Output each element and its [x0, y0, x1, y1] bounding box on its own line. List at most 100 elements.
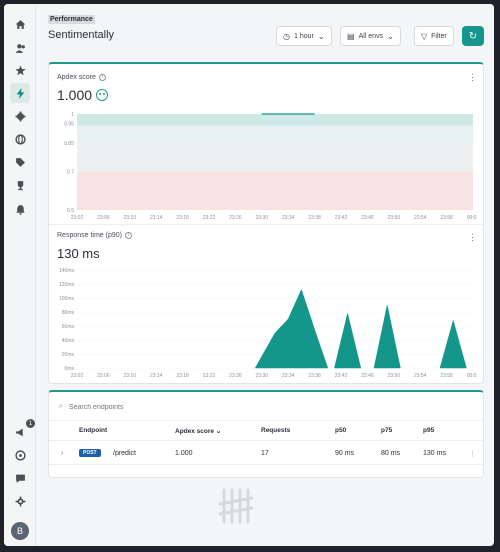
column-p75[interactable]: p75: [381, 427, 392, 434]
info-icon[interactable]: i: [124, 232, 132, 239]
page-header: Performance Sentimentally ◷ 1 hour ⌄ ▤ A…: [36, 4, 494, 56]
x-tick-label: 23:22: [203, 373, 216, 379]
x-tick-label: 00:02: [467, 373, 477, 379]
y-tick-label: 100ms: [59, 296, 75, 302]
refresh-button[interactable]: ↻: [462, 26, 484, 46]
home-icon[interactable]: [10, 14, 30, 34]
x-tick-label: 23:50: [388, 215, 401, 221]
response-time-title-label: Response time (p90): [57, 232, 122, 239]
column-apdex[interactable]: Apdex score ⌄: [175, 427, 221, 435]
filter-button[interactable]: ▽ Filter: [414, 26, 454, 46]
breadcrumb[interactable]: Performance: [48, 15, 95, 24]
y-tick-label: 0.5: [67, 208, 74, 214]
apdex-menu-icon[interactable]: ⋮: [468, 72, 477, 83]
time-range-dropdown[interactable]: ◷ 1 hour ⌄: [276, 26, 332, 46]
globe-icon[interactable]: [10, 129, 30, 149]
column-p95[interactable]: p95: [423, 427, 434, 434]
endpoint-p50: 90 ms: [335, 450, 355, 457]
x-tick-label: 23:18: [176, 373, 189, 379]
response-time-menu-icon[interactable]: ⋮: [468, 232, 477, 243]
info-icon[interactable]: i: [98, 74, 106, 81]
x-tick-label: 23:14: [150, 373, 163, 379]
x-tick-label: 23:46: [361, 215, 374, 221]
response-time-value: 130 ms: [57, 246, 100, 261]
y-tick-label: 0ms: [65, 366, 75, 372]
column-p50[interactable]: p50: [335, 427, 346, 434]
users-icon[interactable]: [10, 38, 30, 58]
y-tick-label: 80ms: [62, 310, 75, 316]
divider: [49, 224, 483, 225]
smiley-icon: [96, 89, 109, 101]
x-tick-label: 23:26: [229, 215, 242, 221]
clock-icon: ◷: [283, 31, 290, 41]
x-tick-label: 23:22: [203, 215, 216, 221]
row-menu-icon[interactable]: ⋮: [469, 450, 476, 458]
x-tick-label: 23:38: [308, 373, 321, 379]
x-tick-label: 23:58: [440, 373, 453, 379]
x-tick-label: 23:18: [176, 215, 189, 221]
x-tick-label: 23:54: [414, 373, 427, 379]
x-tick-label: 23:50: [388, 373, 401, 379]
x-tick-label: 23:54: [414, 215, 427, 221]
column-requests[interactable]: Requests: [261, 427, 290, 434]
x-tick-label: 23:34: [282, 215, 295, 221]
search-icon: ⌕: [59, 403, 63, 410]
response-time-title: Response time (p90) i: [57, 232, 132, 239]
x-tick-label: 23:38: [308, 215, 321, 221]
refresh-icon: ↻: [468, 30, 478, 42]
page-title: Sentimentally: [48, 29, 115, 41]
endpoint-apdex: 1.000: [175, 450, 193, 457]
megaphone-icon[interactable]: 1: [10, 419, 35, 442]
endpoint-path[interactable]: /predict: [113, 450, 136, 457]
search-input[interactable]: [68, 403, 269, 411]
x-tick-label: 23:58: [440, 215, 453, 221]
environment-dropdown[interactable]: ▤ All envs ⌄: [340, 26, 401, 46]
column-endpoint[interactable]: Endpoint: [79, 427, 107, 434]
settings-cog-icon[interactable]: [10, 106, 30, 126]
endpoint-p95: 130 ms: [423, 450, 446, 457]
x-tick-label: 23:10: [124, 215, 137, 221]
bell-icon[interactable]: [10, 199, 30, 219]
notification-badge: 1: [26, 419, 35, 428]
x-tick-label: 23:46: [361, 373, 374, 379]
time-range-label: 1 hour: [293, 32, 314, 40]
response-time-area: [334, 313, 362, 369]
method-badge: POST: [79, 449, 101, 457]
star-icon[interactable]: [10, 60, 30, 80]
response-time-chart: 140ms 120ms 100ms 80ms 60ms 40ms 20ms 0ms23:02 2…: [59, 268, 477, 379]
response-time-area: [254, 288, 329, 369]
apdex-title: Apdex score i: [57, 74, 106, 81]
x-tick-label: 23:42: [335, 215, 348, 221]
x-tick-label: 23:14: [150, 215, 163, 221]
x-tick-label: 23:10: [124, 373, 137, 379]
endpoint-requests: 17: [261, 450, 269, 457]
y-tick-label: 0.85: [64, 141, 74, 147]
x-tick-label: 23:02: [71, 373, 84, 379]
x-tick-label: 23:02: [71, 215, 84, 221]
trophy-icon[interactable]: [10, 175, 30, 195]
expand-row-icon[interactable]: ›: [61, 450, 63, 457]
x-tick-label: 23:06: [97, 215, 110, 221]
apdex-title-label: Apdex score: [57, 74, 96, 81]
endpoint-search[interactable]: ⌕: [59, 398, 473, 416]
endpoint-p75: 80 ms: [381, 450, 401, 457]
environment-label: All envs: [358, 32, 384, 40]
tag-icon[interactable]: [10, 152, 30, 172]
divider: [49, 420, 483, 421]
y-tick-label: 120ms: [59, 282, 75, 288]
avatar[interactable]: B: [11, 522, 29, 540]
gear-icon[interactable]: [10, 491, 30, 511]
help-icon[interactable]: [10, 445, 30, 465]
endpoints-panel: ⌕ Endpoint Apdex score ⌄ Requests p50 p7…: [48, 390, 484, 478]
sidebar: 1 B: [4, 4, 36, 546]
y-tick-label: 60ms: [62, 324, 75, 330]
divider: [49, 464, 483, 465]
column-apdex-label: Apdex score: [175, 428, 215, 435]
chat-icon[interactable]: [10, 468, 30, 488]
y-tick-label: 1: [71, 112, 74, 118]
apdex-band: [77, 114, 473, 126]
bolt-icon[interactable]: [10, 83, 30, 103]
divider: [49, 440, 483, 441]
y-tick-label: 0.7: [67, 170, 74, 176]
x-tick-label: 23:30: [256, 373, 269, 379]
